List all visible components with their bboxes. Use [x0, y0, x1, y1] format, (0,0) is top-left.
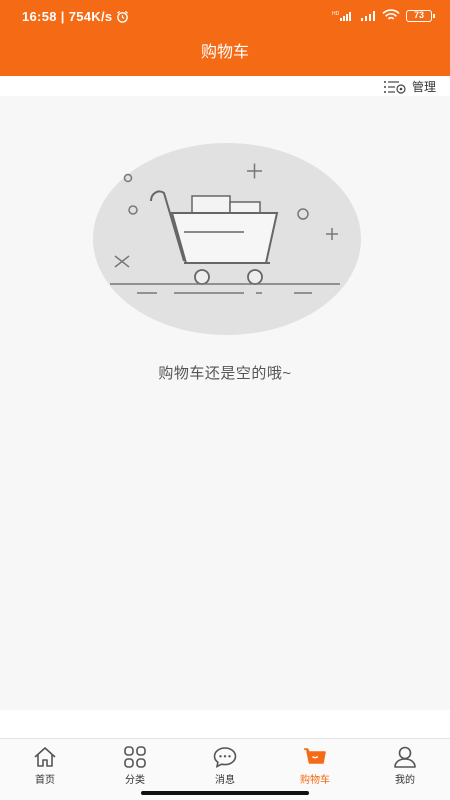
tab-cart-label: 购物车	[300, 775, 330, 786]
content-footer-spacer	[0, 710, 450, 738]
tab-category-label: 分类	[125, 775, 145, 786]
tab-home[interactable]: 首页	[0, 739, 90, 800]
empty-cart-message: 购物车还是空的哦~	[158, 365, 292, 382]
status-left: 16:58 | 754K/s	[22, 9, 129, 24]
tab-profile-label: 我的	[395, 775, 415, 786]
status-divider: |	[60, 9, 65, 24]
cart-wheel-left	[194, 269, 210, 285]
tab-messages-label: 消息	[215, 775, 235, 786]
manage-bar: 管理	[0, 76, 450, 96]
grid-icon	[124, 746, 146, 768]
cart-icon	[304, 748, 326, 764]
user-icon	[394, 746, 416, 768]
wifi-icon	[382, 9, 400, 20]
chat-icon	[213, 747, 237, 768]
signal-icon	[361, 10, 375, 21]
status-time: 16:58	[22, 9, 57, 24]
tab-profile[interactable]: 我的	[360, 739, 450, 800]
alarm-icon	[117, 10, 129, 23]
tab-home-label: 首页	[35, 775, 55, 786]
empty-cart-illustration	[93, 143, 361, 335]
cart-wheel-right	[247, 269, 263, 285]
svg-text:HD: HD	[332, 11, 340, 17]
page-title: 购物车	[200, 44, 249, 61]
battery-indicator: 73	[406, 9, 435, 22]
status-bar: 16:58 | 754K/s HD 73	[0, 0, 450, 32]
cart-basket	[170, 212, 279, 264]
home-icon	[34, 747, 56, 767]
cart-content: 购物车还是空的哦~	[0, 96, 450, 710]
status-speed: 754K/s	[68, 9, 113, 24]
status-right: HD 73	[332, 9, 435, 22]
manage-button[interactable]: 管理	[383, 78, 436, 95]
signal-hd-icon: HD	[332, 11, 351, 21]
cart-box-2	[229, 201, 261, 214]
manage-icon	[383, 80, 406, 94]
cart-box-1	[191, 195, 231, 214]
manage-label: 管理	[411, 80, 436, 94]
home-indicator[interactable]	[141, 791, 309, 795]
